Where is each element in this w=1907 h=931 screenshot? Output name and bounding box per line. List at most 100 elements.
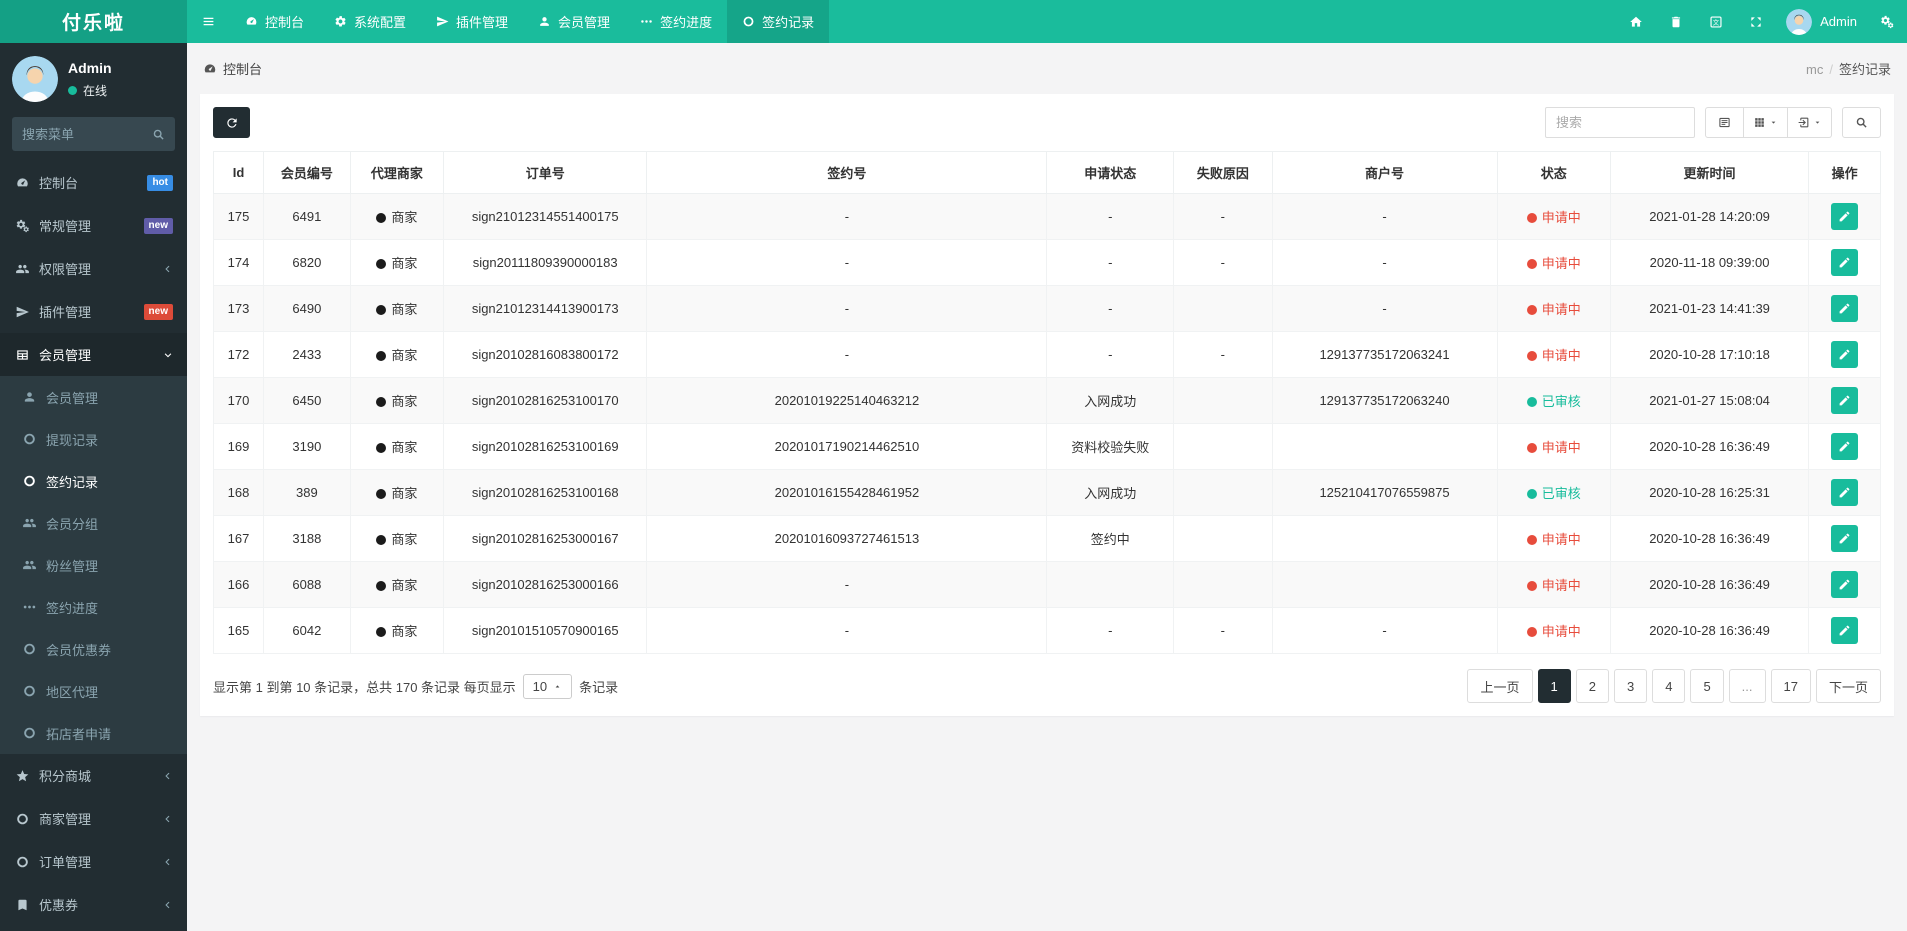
page-size-dropdown[interactable]: 10 — [522, 673, 573, 699]
cell-id-value: 173 — [227, 301, 250, 316]
status-label: 申请中 — [1541, 624, 1581, 639]
page-button-17[interactable]: 17 — [1770, 669, 1811, 703]
column-header-订单号[interactable]: 订单号 — [443, 151, 648, 194]
sidebar-toggle-button[interactable] — [187, 0, 230, 43]
navbar-user-menu[interactable]: Admin — [1776, 8, 1867, 35]
column-header-失败原因[interactable]: 失败原因 — [1173, 151, 1273, 194]
cell-apply-status: - — [1046, 193, 1175, 240]
merchant-dot-icon — [376, 627, 387, 637]
cell-sign-no-value: - — [844, 209, 850, 224]
column-header-更新时间[interactable]: 更新时间 — [1609, 151, 1810, 194]
settings-button[interactable] — [1867, 0, 1907, 43]
sidebar-item-订单管理[interactable]: 订单管理 — [0, 840, 187, 883]
edit-button[interactable] — [1831, 203, 1859, 230]
edit-button[interactable] — [1831, 525, 1859, 552]
nav-tab-label: 控制台 — [265, 15, 305, 30]
sidebar-item-会员管理[interactable]: 会员管理 — [0, 333, 187, 376]
sidebar-item-商家管理[interactable]: 商家管理 — [0, 797, 187, 840]
nav-tab-签约进度[interactable]: 签约进度 — [625, 0, 727, 43]
cell-agent: 商家 — [349, 469, 445, 516]
user-icon — [21, 390, 38, 404]
navbar-right: 文 Admin — [1616, 0, 1907, 43]
table-toolbar — [213, 107, 1881, 138]
expand-button[interactable] — [1736, 0, 1776, 43]
content-title: 控制台 — [203, 59, 262, 78]
sidebar-item-label: 积分商城 — [39, 769, 92, 784]
sidebar-subitem-提现记录[interactable]: 提现记录 — [0, 418, 187, 460]
sidebar-item-优惠券[interactable]: 优惠券 — [0, 883, 187, 926]
brand-logo[interactable]: 付乐啦 — [0, 0, 187, 43]
page-button-4[interactable]: 4 — [1652, 669, 1686, 703]
page-button-1[interactable]: 1 — [1537, 669, 1571, 703]
refresh-button[interactable] — [213, 107, 250, 138]
sidebar-item-常规管理[interactable]: 常规管理 new — [0, 204, 187, 247]
status-dot-icon — [1526, 397, 1537, 407]
page-button-2[interactable]: 2 — [1575, 669, 1609, 703]
status-label: 申请中 — [1541, 210, 1581, 225]
sidebar-subitem-签约记录[interactable]: 签约记录 — [0, 460, 187, 502]
sidebar-subitem-拓店者申请[interactable]: 拓店者申请 — [0, 712, 187, 754]
nav-tab-会员管理[interactable]: 会员管理 — [523, 0, 625, 43]
cell-order-no: sign20102816253100170 — [443, 377, 648, 424]
edit-button[interactable] — [1831, 249, 1859, 276]
page-button-5[interactable]: 5 — [1690, 669, 1724, 703]
column-header-状态[interactable]: 状态 — [1496, 151, 1611, 194]
cell-sign-no: - — [646, 607, 1048, 654]
export-dropdown-button[interactable] — [1788, 107, 1832, 138]
cell-update-time-value: 2021-01-28 14:20:09 — [1649, 209, 1770, 224]
breadcrumb-parent[interactable]: mc — [1806, 62, 1823, 77]
cell-sign-no: - — [646, 285, 1048, 332]
prev-page-button[interactable]: 上一页 — [1467, 669, 1533, 703]
edit-button[interactable] — [1831, 387, 1859, 414]
column-header-Id[interactable]: Id — [213, 151, 264, 194]
detail-view-button[interactable] — [1705, 107, 1744, 138]
ellipsis-icon — [21, 600, 38, 614]
edit-button[interactable] — [1831, 341, 1859, 368]
cell-sign-no-value: 20201019225140463212 — [774, 393, 920, 408]
trash-button[interactable] — [1656, 0, 1696, 43]
edit-button[interactable] — [1831, 617, 1859, 644]
cell-agent: 商家 — [349, 607, 445, 654]
sidebar-subitem-粉丝管理[interactable]: 粉丝管理 — [0, 544, 187, 586]
edit-button[interactable] — [1831, 433, 1859, 460]
search-icon[interactable] — [152, 128, 165, 141]
column-header-代理商家[interactable]: 代理商家 — [349, 151, 445, 194]
sidebar-subitem-会员分组[interactable]: 会员分组 — [0, 502, 187, 544]
column-header-商户号[interactable]: 商户号 — [1271, 151, 1498, 194]
search-toggle-button[interactable] — [1842, 107, 1881, 138]
language-button[interactable]: 文 — [1696, 0, 1736, 43]
sidebar-item-积分商城[interactable]: 积分商城 — [0, 754, 187, 797]
sidebar-subitem-会员管理[interactable]: 会员管理 — [0, 376, 187, 418]
nav-tab-控制台[interactable]: 控制台 — [230, 0, 319, 43]
next-page-button[interactable]: 下一页 — [1815, 669, 1881, 703]
cell-order-no-value: sign21012314413900173 — [471, 301, 619, 316]
sidebar-item-权限管理[interactable]: 权限管理 — [0, 247, 187, 290]
table-search-input[interactable] — [1545, 107, 1695, 138]
cell-order-no: sign20111809390000183 — [443, 239, 648, 286]
edit-button[interactable] — [1831, 479, 1859, 506]
edit-button[interactable] — [1831, 295, 1859, 322]
columns-dropdown-button[interactable] — [1744, 107, 1788, 138]
home-button[interactable] — [1616, 0, 1656, 43]
cell-merchant-no: - — [1271, 239, 1498, 286]
column-header-操作[interactable]: 操作 — [1808, 151, 1881, 194]
edit-button[interactable] — [1831, 571, 1859, 598]
sidebar-subitem-签约进度[interactable]: 签约进度 — [0, 586, 187, 628]
column-header-会员编号[interactable]: 会员编号 — [263, 151, 351, 194]
cell-agent: 商家 — [349, 561, 445, 608]
sidebar-item-控制台[interactable]: 控制台 hot — [0, 161, 187, 204]
column-header-申请状态[interactable]: 申请状态 — [1046, 151, 1175, 194]
sidebar-subitem-地区代理[interactable]: 地区代理 — [0, 670, 187, 712]
cell-update-time-value: 2021-01-23 14:41:39 — [1649, 301, 1770, 316]
sidebar-search-input[interactable] — [22, 126, 152, 142]
nav-tab-插件管理[interactable]: 插件管理 — [421, 0, 523, 43]
nav-tab-签约记录[interactable]: 签约记录 — [727, 0, 830, 43]
page-button-3[interactable]: 3 — [1613, 669, 1648, 703]
pencil-icon — [1838, 302, 1851, 315]
nav-tab-系统配置[interactable]: 系统配置 — [319, 0, 421, 43]
sidebar-item-插件管理[interactable]: 插件管理 new — [0, 290, 187, 333]
cell-sign-no: - — [646, 331, 1048, 378]
sidebar-subitem-会员优惠券[interactable]: 会员优惠券 — [0, 628, 187, 670]
sidebar-subitem-label: 地区代理 — [46, 684, 99, 700]
column-header-签约号[interactable]: 签约号 — [646, 151, 1048, 194]
